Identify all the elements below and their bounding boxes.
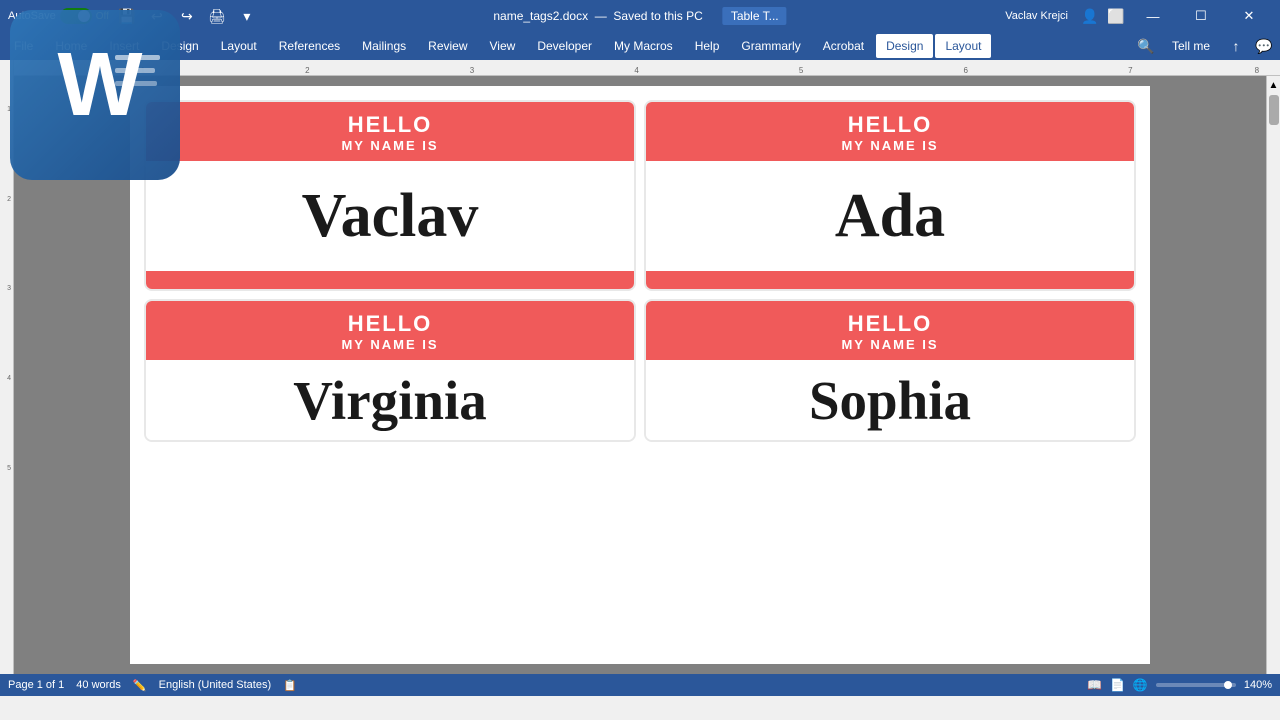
menu-view[interactable]: View [480,34,526,58]
document-page: HELLO MY NAME IS Vaclav HELLO MY NAME IS [130,86,1150,664]
tag-header-2: HELLO MY NAME IS [646,102,1134,161]
tag-name-4: Sophia [809,369,971,432]
tag-myname-4: MY NAME IS [654,337,1126,352]
edit-mode-icon[interactable]: ✏️ [133,679,147,692]
menu-grammarly[interactable]: Grammarly [731,34,810,58]
comments-icon[interactable]: 💬 [1252,34,1276,58]
print-icon[interactable]: 🖨 [205,4,229,28]
table-tools-label: Table T... [723,7,787,25]
zoom-level: 140% [1244,679,1272,691]
name-tag-1: HELLO MY NAME IS Vaclav [144,100,636,291]
save-icon[interactable]: 💾 [115,4,139,28]
ruler-area: 1 2 3 4 5 6 7 8 [0,60,1280,76]
profile-icon[interactable]: 👤 [1078,4,1102,28]
maximize-button[interactable]: ☐ [1178,0,1224,32]
filename: name_tags2.docx [493,9,588,23]
redo-icon[interactable]: ↪ [175,4,199,28]
scroll-thumb[interactable] [1269,95,1279,125]
menu-layout[interactable]: Layout [211,34,267,58]
autosave-state: Off [96,11,109,22]
ribbon-toggle-icon[interactable]: ⬜ [1104,4,1128,28]
minimize-button[interactable]: — [1130,0,1176,32]
document-canvas[interactable]: HELLO MY NAME IS Vaclav HELLO MY NAME IS [14,76,1266,674]
tag-header-4: HELLO MY NAME IS [646,301,1134,360]
menu-design[interactable]: Design [151,34,208,58]
search-icon[interactable]: 🔍 [1134,34,1158,58]
menu-help[interactable]: Help [685,34,730,58]
undo-icon[interactable]: ↩ [145,4,169,28]
menu-file[interactable]: File [4,34,43,58]
menu-design-active[interactable]: Design [876,34,933,58]
autosave-area: AutoSave Off [8,8,109,24]
menu-home[interactable]: Home [45,34,97,58]
tag-hello-4: HELLO [654,311,1126,337]
customize-icon[interactable]: ▾ [235,4,259,28]
saved-state: Saved to this PC [613,9,702,23]
tell-me-item[interactable]: Tell me [1162,34,1220,58]
tag-myname-2: MY NAME IS [654,138,1126,153]
menu-layout-active[interactable]: Layout [935,34,991,58]
tag-hello-2: HELLO [654,112,1126,138]
titlebar: AutoSave Off 💾 ↩ ↪ 🖨 ▾ name_tags2.docx —… [0,0,1280,32]
main-area: 1 2 3 4 5 HELLO MY NAME IS Vaclav [0,76,1280,674]
tag-header-3: HELLO MY NAME IS [146,301,634,360]
menu-mymacros[interactable]: My Macros [604,34,683,58]
right-scrollbar[interactable]: ▲ [1266,76,1280,674]
menu-acrobat[interactable]: Acrobat [813,34,874,58]
tag-hello-1: HELLO [154,112,626,138]
tag-body-2: Ada [646,161,1134,271]
word-count-text: 40 words [76,679,121,691]
left-ruler: 1 2 3 4 5 [0,76,14,674]
close-button[interactable]: ✕ [1226,0,1272,32]
tag-body-4: Sophia [646,360,1134,440]
tag-myname-3: MY NAME IS [154,337,626,352]
menu-review[interactable]: Review [418,34,477,58]
name-tag-3: HELLO MY NAME IS Virginia [144,299,636,442]
titlebar-right: Vaclav Krejci 👤 ⬜ — ☐ ✕ [1005,0,1272,32]
print-layout-icon[interactable]: 📄 [1110,678,1125,692]
menu-insert[interactable]: Insert [99,34,149,58]
autosave-label: AutoSave [8,10,56,22]
tag-body-1: Vaclav [146,161,634,271]
page-info-text: Page 1 of 1 [8,679,64,691]
tag-hello-3: HELLO [154,311,626,337]
language-item[interactable]: English (United States) [159,679,272,691]
word-count-item[interactable]: 40 words [76,679,121,691]
ruler-top: 1 2 3 4 5 6 7 8 [14,60,1280,76]
scroll-up-button[interactable]: ▲ [1269,80,1279,91]
read-mode-icon[interactable]: 📖 [1087,678,1102,692]
status-right: 📖 📄 🌐 140% [1087,678,1272,692]
tag-header-1: HELLO MY NAME IS [146,102,634,161]
tag-name-1: Vaclav [302,181,479,252]
tag-name-3: Virginia [293,369,487,432]
name-tag-4: HELLO MY NAME IS Sophia [644,299,1136,442]
tag-body-3: Virginia [146,360,634,440]
web-layout-icon[interactable]: 🌐 [1133,678,1148,692]
statusbar: Page 1 of 1 40 words ✏️ English (United … [0,674,1280,696]
page-info[interactable]: Page 1 of 1 [8,679,64,691]
name-tag-2: HELLO MY NAME IS Ada [644,100,1136,291]
track-changes-icon[interactable]: 📋 [283,679,297,692]
document-title-area: name_tags2.docx — Saved to this PC Table… [493,9,786,23]
name-tags-grid: HELLO MY NAME IS Vaclav HELLO MY NAME IS [140,96,1140,446]
autosave-toggle[interactable] [60,8,92,24]
menu-developer[interactable]: Developer [527,34,602,58]
username: Vaclav Krejci [1005,10,1068,22]
titlebar-left: AutoSave Off 💾 ↩ ↪ 🖨 ▾ [8,4,259,28]
share-icon[interactable]: ↑ [1224,34,1248,58]
menu-references[interactable]: References [269,34,350,58]
zoom-thumb [1224,681,1232,689]
tag-footer-2 [646,271,1134,289]
menu-mailings[interactable]: Mailings [352,34,416,58]
tag-name-2: Ada [835,181,945,252]
menubar: File Home Insert Design Layout Reference… [0,32,1280,60]
zoom-bar[interactable] [1156,683,1236,687]
tag-myname-1: MY NAME IS [154,138,626,153]
language-text: English (United States) [159,679,272,691]
tag-footer-1 [146,271,634,289]
ruler-side [0,60,14,76]
